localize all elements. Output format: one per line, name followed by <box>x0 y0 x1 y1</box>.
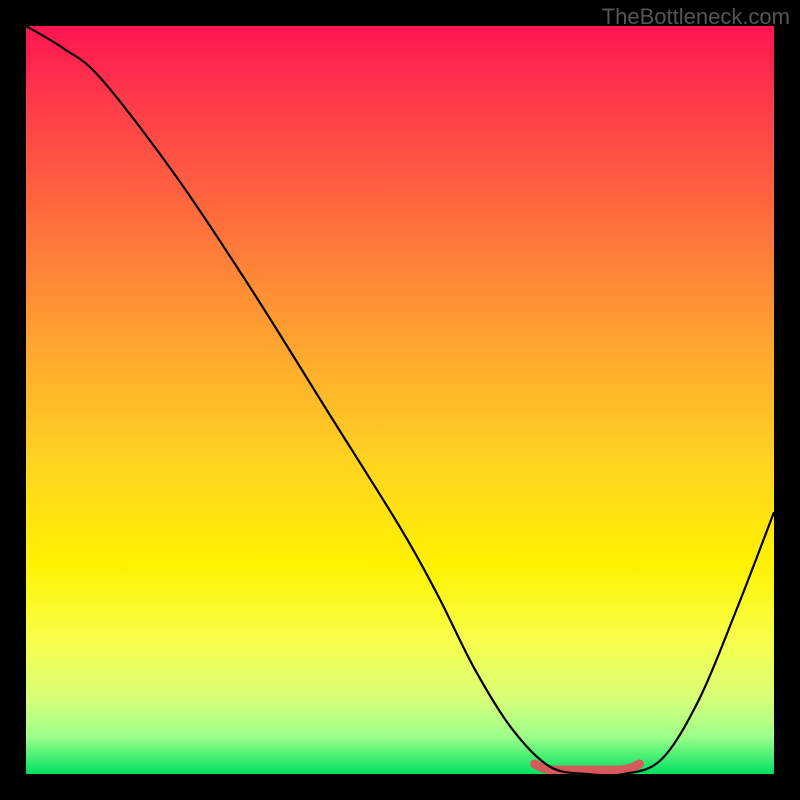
chart-gradient-area <box>26 26 774 774</box>
watermark-text: TheBottleneck.com <box>602 4 790 30</box>
chart-svg <box>26 26 774 774</box>
bottleneck-curve-line <box>26 26 774 774</box>
optimal-band-marker <box>535 764 640 770</box>
